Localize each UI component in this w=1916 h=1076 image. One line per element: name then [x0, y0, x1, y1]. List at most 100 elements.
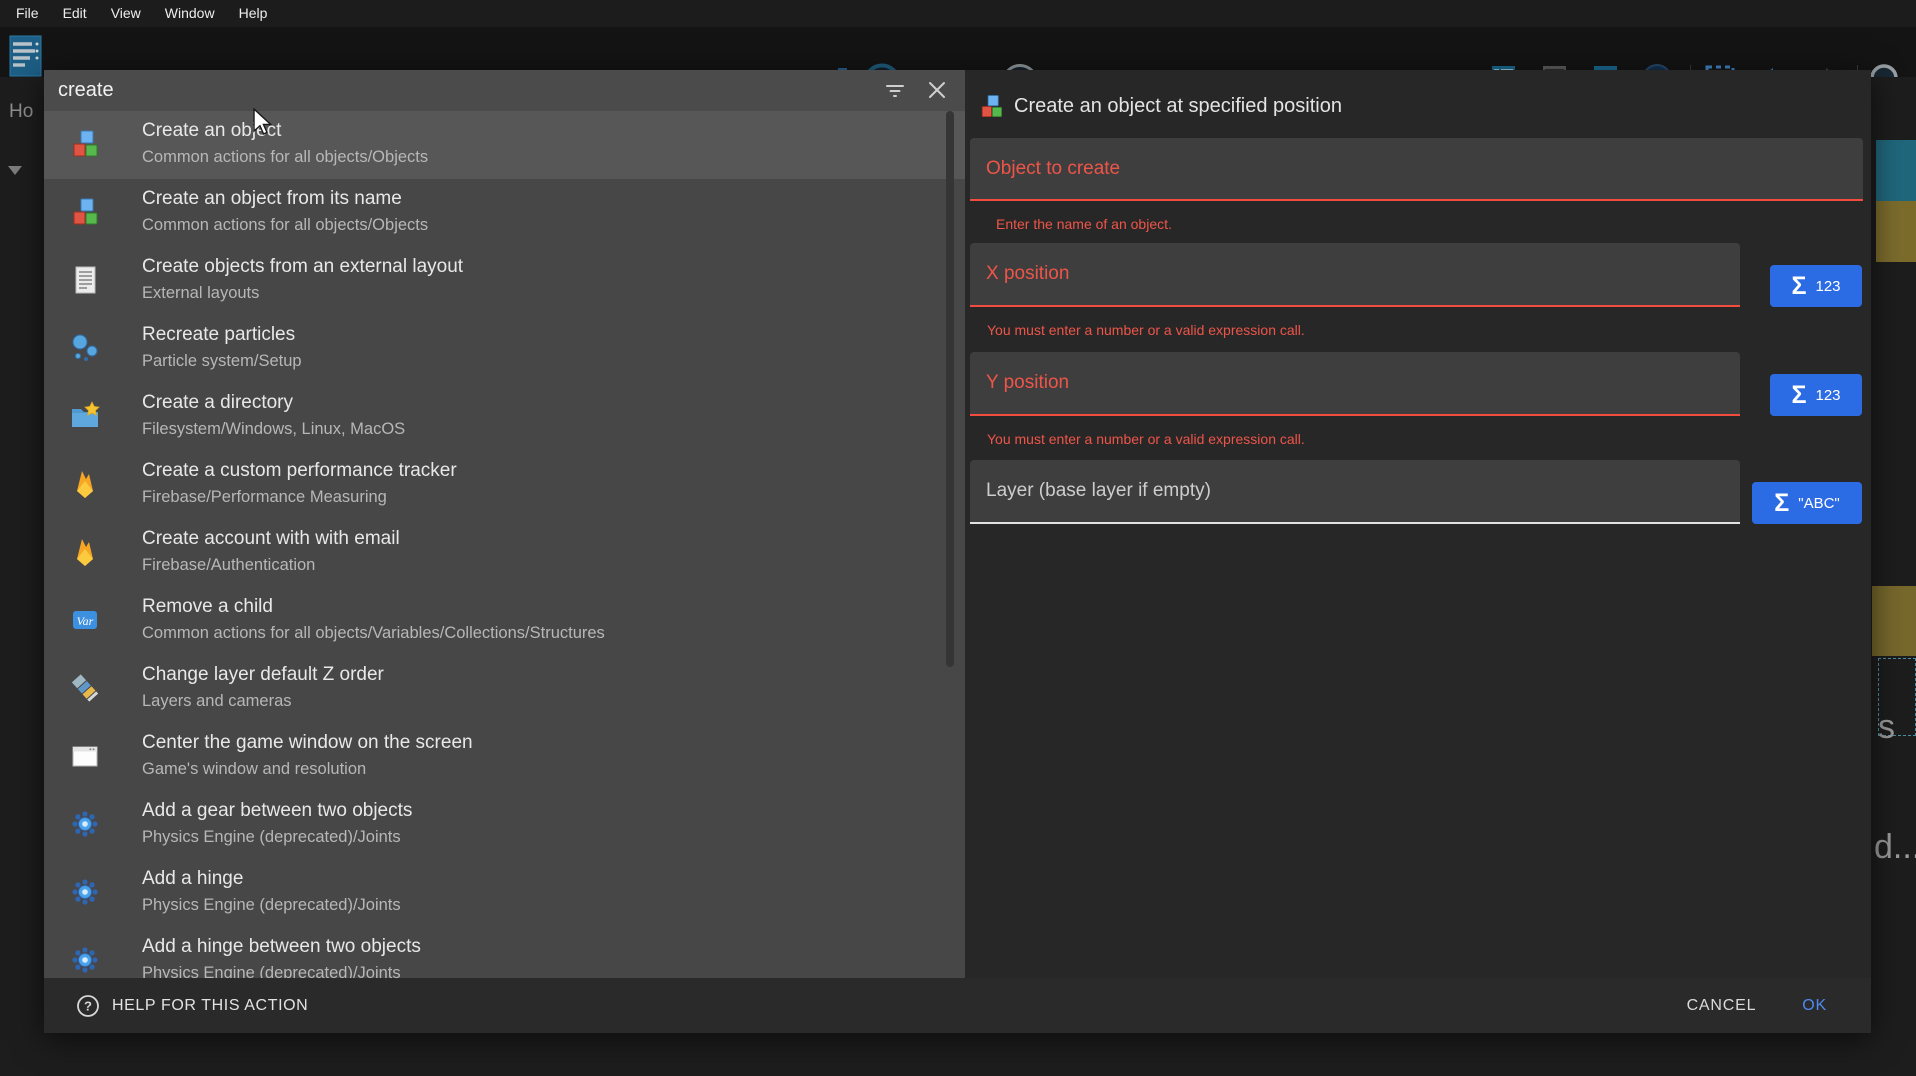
y-error-text: You must enter a number or a valid expre… [987, 431, 1305, 447]
action-group: Game's window and resolution [142, 760, 366, 779]
x-expression-button[interactable]: Σ 123 [1770, 265, 1862, 307]
action-title: Add a hinge between two objects [142, 936, 421, 958]
chevron-down-icon[interactable] [8, 166, 22, 175]
action-group: Firebase/Performance Measuring [142, 488, 387, 507]
objects-icon [69, 196, 101, 228]
action-list-item[interactable]: Create a directory Filesystem/Windows, L… [44, 383, 965, 451]
x-position-input[interactable] [970, 243, 1740, 305]
instruction-editor-dialog: Create an object Common actions for all … [44, 70, 1871, 1033]
action-title: Add a gear between two objects [142, 800, 412, 822]
action-list-item[interactable]: Create a custom performance tracker Fire… [44, 451, 965, 519]
action-group: Common actions for all objects/Variables… [142, 624, 605, 643]
action-title: Recreate particles [142, 324, 295, 346]
scene-text-d: d... [1874, 828, 1916, 867]
action-title: Remove a child [142, 596, 273, 618]
action-group: Common actions for all objects/Objects [142, 148, 428, 167]
action-group: Physics Engine (deprecated)/Joints [142, 964, 401, 978]
ok-button[interactable]: OK [1788, 987, 1841, 1025]
menu-file[interactable]: File [4, 0, 51, 27]
action-list-item[interactable]: Create objects from an external layout E… [44, 247, 965, 315]
firebase-icon [69, 468, 101, 500]
action-title: Create an object from its name [142, 188, 402, 210]
physics-icon [69, 944, 101, 976]
layer-expression-button[interactable]: Σ "ABC" [1752, 482, 1862, 524]
action-title: Create an object at specified position [1014, 95, 1342, 118]
menu-edit[interactable]: Edit [51, 0, 99, 27]
scene-object-teal [1876, 140, 1916, 201]
scene-object-olive-2 [1872, 586, 1916, 656]
sigma-icon: Σ [1791, 274, 1806, 299]
action-list: Create an object Common actions for all … [44, 111, 965, 978]
action-list-item[interactable]: Add a gear between two objects Physics E… [44, 791, 965, 859]
x-error-text: You must enter a number or a valid expre… [987, 322, 1305, 338]
svg-text:?: ? [84, 998, 92, 1013]
expression-button-label: 123 [1815, 278, 1840, 295]
action-list-item[interactable]: Create an object Common actions for all … [44, 111, 965, 179]
sigma-icon: Σ [1791, 383, 1806, 408]
menu-view[interactable]: View [99, 0, 153, 27]
menu-window[interactable]: Window [153, 0, 227, 27]
cancel-button[interactable]: CANCEL [1673, 987, 1771, 1025]
action-list-item[interactable]: Center the game window on the screen Gam… [44, 723, 965, 791]
action-title: Add a hinge [142, 868, 243, 890]
physics-icon [69, 808, 101, 840]
action-list-panel: Create an object Common actions for all … [44, 70, 965, 978]
home-tab-label[interactable]: Ho [9, 101, 33, 123]
action-list-item[interactable]: Change layer default Z order Layers and … [44, 655, 965, 723]
particles-icon [69, 332, 101, 364]
physics-icon [69, 876, 101, 908]
sigma-icon: Σ [1774, 491, 1789, 516]
action-group: External layouts [142, 284, 259, 303]
action-parameters-panel: Create an object at specified position E… [965, 70, 1871, 978]
action-list-item[interactable]: Add a hinge Physics Engine (deprecated)/… [44, 859, 965, 927]
action-group: Particle system/Setup [142, 352, 302, 371]
x-position-field [970, 243, 1740, 307]
firebase-icon [69, 536, 101, 568]
expression-button-label: "ABC" [1798, 495, 1840, 512]
expression-button-label: 123 [1815, 387, 1840, 404]
scene-object-olive [1876, 201, 1916, 262]
close-icon[interactable] [925, 78, 949, 102]
zorder-icon [69, 672, 101, 704]
action-list-item[interactable]: Var Remove a child Common actions for al… [44, 587, 965, 655]
layer-input[interactable] [970, 460, 1740, 522]
action-list-item[interactable]: Recreate particles Particle system/Setup [44, 315, 965, 383]
action-title: Create account with with email [142, 528, 400, 550]
variable-icon: Var [69, 604, 101, 636]
action-list-item[interactable]: Create account with with email Firebase/… [44, 519, 965, 587]
action-list-item[interactable]: Add a hinge between two objects Physics … [44, 927, 965, 978]
filter-icon[interactable] [883, 78, 907, 102]
action-title: Create a directory [142, 392, 293, 414]
object-to-create-field [970, 138, 1863, 201]
action-group: Filesystem/Windows, Linux, MacOS [142, 420, 405, 439]
object-to-create-input[interactable] [970, 138, 1863, 199]
action-group: Physics Engine (deprecated)/Joints [142, 896, 401, 915]
svg-text:Var: Var [77, 614, 94, 628]
folder-star-icon [69, 400, 101, 432]
window-icon [69, 740, 101, 772]
y-position-field [970, 352, 1740, 416]
search-input[interactable] [44, 70, 888, 111]
objects-icon [69, 128, 101, 160]
help-button[interactable]: ? HELP FOR THIS ACTION [76, 994, 308, 1018]
action-group: Physics Engine (deprecated)/Joints [142, 828, 401, 847]
menu-help[interactable]: Help [227, 0, 280, 27]
help-button-label: HELP FOR THIS ACTION [112, 997, 308, 1015]
objects-icon [978, 93, 1005, 120]
action-group: Common actions for all objects/Objects [142, 216, 428, 235]
layer-field [970, 460, 1740, 524]
action-title: Center the game window on the screen [142, 732, 473, 754]
action-list-item[interactable]: Create an object from its name Common ac… [44, 179, 965, 247]
action-group: Firebase/Authentication [142, 556, 315, 575]
help-icon: ? [76, 994, 100, 1018]
list-scrollbar[interactable] [946, 111, 954, 667]
search-bar [44, 70, 965, 111]
y-position-input[interactable] [970, 352, 1740, 414]
menu-bar: File Edit View Window Help [0, 0, 1916, 27]
dialog-footer: ? HELP FOR THIS ACTION CANCEL OK [44, 978, 1871, 1033]
external-layout-icon [69, 264, 101, 296]
object-helper-text: Enter the name of an object. [996, 216, 1172, 232]
y-expression-button[interactable]: Σ 123 [1770, 374, 1862, 416]
scene-text-s: s [1878, 708, 1895, 747]
project-manager-icon[interactable] [8, 34, 44, 78]
